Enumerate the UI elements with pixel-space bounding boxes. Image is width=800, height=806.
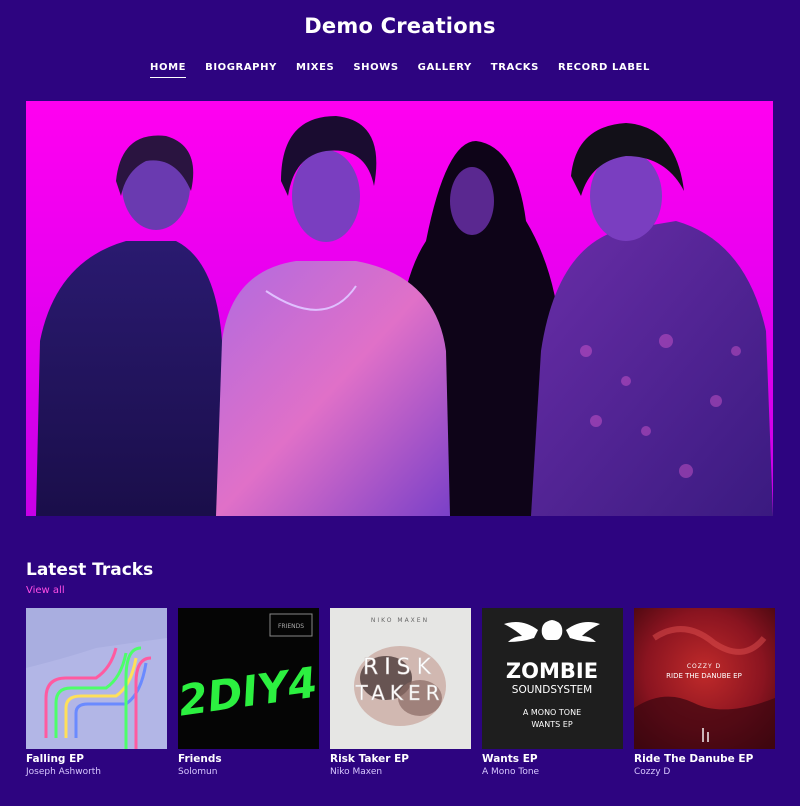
ride-the-danube-cover[interactable]: COZZY D RIDE THE DANUBE EP bbox=[634, 608, 775, 749]
nav-biography[interactable]: BIOGRAPHY bbox=[205, 62, 277, 78]
falling-ep-cover[interactable] bbox=[26, 608, 167, 749]
danube-cover-title: RIDE THE DANUBE EP bbox=[666, 672, 742, 680]
nav-shows[interactable]: SHOWS bbox=[353, 62, 398, 78]
wants-ep-cover-soundsystem: SOUNDSYSTEM bbox=[512, 684, 592, 696]
danube-cover-artist: COZZY D bbox=[687, 663, 721, 670]
track-artist: A Mono Tone bbox=[482, 767, 540, 777]
risk-taker-cover[interactable]: NIKO MAXEN RISK TAKER bbox=[330, 608, 471, 749]
track-title[interactable]: Friends bbox=[178, 753, 319, 765]
track-title[interactable]: Falling EP bbox=[26, 753, 167, 765]
track-artist: Joseph Ashworth bbox=[26, 767, 102, 777]
risk-taker-cover-taker: TAKER bbox=[355, 681, 445, 705]
track-artist: Solomun bbox=[178, 767, 218, 777]
friends-cover[interactable]: FRIENDS 2DIY4 bbox=[178, 608, 319, 749]
nav-record-label[interactable]: RECORD LABEL bbox=[558, 62, 650, 78]
nav-gallery[interactable]: GALLERY bbox=[418, 62, 472, 78]
risk-taker-cover-risk: RISK bbox=[363, 655, 437, 680]
wants-ep-cover[interactable]: ZOMBIE SOUNDSYSTEM A MONO TONE WANTS EP bbox=[482, 608, 623, 749]
track-card[interactable]: Falling EP Joseph Ashworth bbox=[26, 608, 167, 777]
track-card[interactable]: COZZY D RIDE THE DANUBE EP Ride The Danu… bbox=[634, 608, 775, 777]
wants-ep-cover-title: WANTS EP bbox=[531, 720, 572, 729]
track-card[interactable]: ZOMBIE SOUNDSYSTEM A MONO TONE WANTS EP … bbox=[482, 608, 623, 777]
main-nav: HOME BIOGRAPHY MIXES SHOWS GALLERY TRACK… bbox=[0, 62, 800, 78]
track-title[interactable]: Ride The Danube EP bbox=[634, 753, 775, 765]
site-title[interactable]: Demo Creations bbox=[0, 14, 800, 38]
wants-ep-cover-artist: A MONO TONE bbox=[523, 708, 581, 717]
hero-band-photo bbox=[26, 101, 773, 516]
tracks-list: Falling EP Joseph Ashworth FRIENDS 2DIY4… bbox=[26, 608, 775, 777]
nav-home[interactable]: HOME bbox=[150, 62, 187, 78]
friends-cover-tag: FRIENDS bbox=[278, 623, 304, 630]
nav-mixes[interactable]: MIXES bbox=[296, 62, 334, 78]
nav-tracks[interactable]: TRACKS bbox=[491, 62, 539, 78]
track-artist: Cozzy D bbox=[634, 767, 671, 777]
latest-tracks-heading: Latest Tracks bbox=[26, 560, 154, 580]
track-title[interactable]: Risk Taker EP bbox=[330, 753, 471, 765]
track-title[interactable]: Wants EP bbox=[482, 753, 623, 765]
track-card[interactable]: FRIENDS 2DIY4 Friends Solomun bbox=[178, 608, 319, 777]
track-card[interactable]: NIKO MAXEN RISK TAKER Risk Taker EP Niko… bbox=[330, 608, 471, 777]
risk-taker-cover-artist: NIKO MAXEN bbox=[371, 617, 429, 624]
track-artist: Niko Maxen bbox=[330, 767, 383, 777]
wants-ep-cover-zombie: ZOMBIE bbox=[506, 659, 598, 683]
view-all-link[interactable]: View all bbox=[26, 585, 65, 596]
